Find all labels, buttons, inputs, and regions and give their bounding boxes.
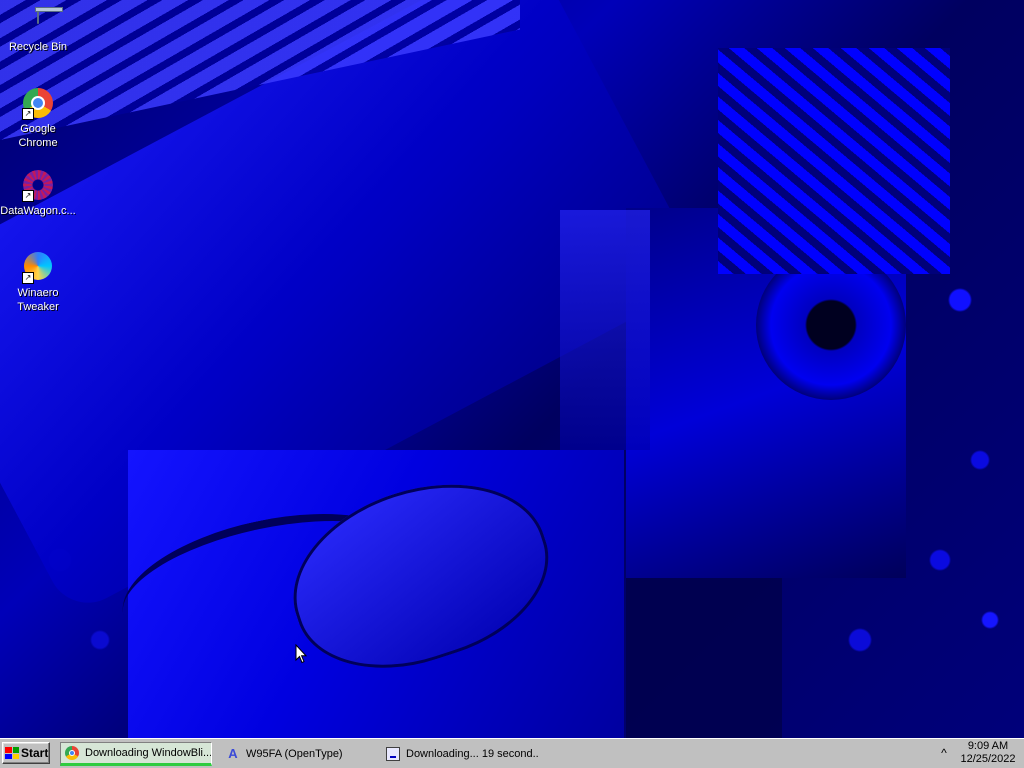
wallpaper-dark-panel bbox=[626, 578, 782, 738]
start-button[interactable]: Start bbox=[2, 742, 50, 764]
desktop-icon-label: Recycle Bin bbox=[8, 41, 68, 53]
desktop-icon-google-chrome[interactable]: ↗ Google Chrome bbox=[0, 88, 76, 150]
wallpaper-cable-panel bbox=[718, 48, 950, 274]
datawagon-icon: ↗ bbox=[22, 170, 54, 202]
start-label: Start bbox=[21, 746, 49, 760]
wallpaper-rays bbox=[560, 210, 650, 450]
taskbar: Start Downloading WindowBli... A W95FA (… bbox=[0, 738, 1024, 768]
winaero-tweaker-icon: ↗ bbox=[22, 252, 54, 284]
taskbar-button-label: Downloading... 19 second... bbox=[406, 748, 538, 760]
shortcut-arrow-icon: ↗ bbox=[22, 190, 34, 202]
download-dialog-icon bbox=[386, 747, 400, 761]
desktop-icon-datawagon[interactable]: ↗ DataWagon.c... bbox=[0, 170, 76, 218]
chrome-icon: ↗ bbox=[22, 88, 54, 120]
windows-logo-icon bbox=[5, 747, 19, 759]
clock-time: 9:09 AM bbox=[967, 740, 1009, 752]
shortcut-arrow-icon: ↗ bbox=[22, 108, 34, 120]
taskbar-button-chrome[interactable]: Downloading WindowBli... bbox=[60, 742, 212, 766]
system-clock[interactable]: 9:09 AM 12/25/2022 bbox=[956, 740, 1020, 768]
desktop-icon-label: Google Chrome bbox=[18, 123, 58, 149]
clock-date: 12/25/2022 bbox=[960, 753, 1016, 765]
font-file-icon: A bbox=[228, 746, 238, 761]
desktop[interactable]: Recycle Bin ↗ Google Chrome ↗ DataWagon.… bbox=[0, 0, 1024, 738]
chrome-icon bbox=[65, 746, 79, 760]
mouse-cursor-icon bbox=[295, 644, 307, 664]
desktop-icon-label: Winaero Tweaker bbox=[17, 287, 59, 313]
taskbar-button-download[interactable]: Downloading... 19 second... bbox=[382, 742, 538, 766]
taskbar-button-label: Downloading WindowBli... bbox=[85, 747, 212, 759]
desktop-icon-recycle-bin[interactable]: Recycle Bin bbox=[0, 6, 76, 54]
show-hidden-icons-chevron-icon[interactable]: ^ bbox=[936, 745, 952, 761]
recycle-bin-icon bbox=[22, 6, 54, 38]
desktop-icon-label: DataWagon.c... bbox=[0, 205, 76, 217]
shortcut-arrow-icon: ↗ bbox=[22, 272, 34, 284]
taskbar-button-font-viewer[interactable]: A W95FA (OpenType) bbox=[222, 742, 372, 766]
desktop-icon-winaero-tweaker[interactable]: ↗ Winaero Tweaker bbox=[0, 252, 76, 314]
taskbar-button-label: W95FA (OpenType) bbox=[246, 748, 343, 760]
